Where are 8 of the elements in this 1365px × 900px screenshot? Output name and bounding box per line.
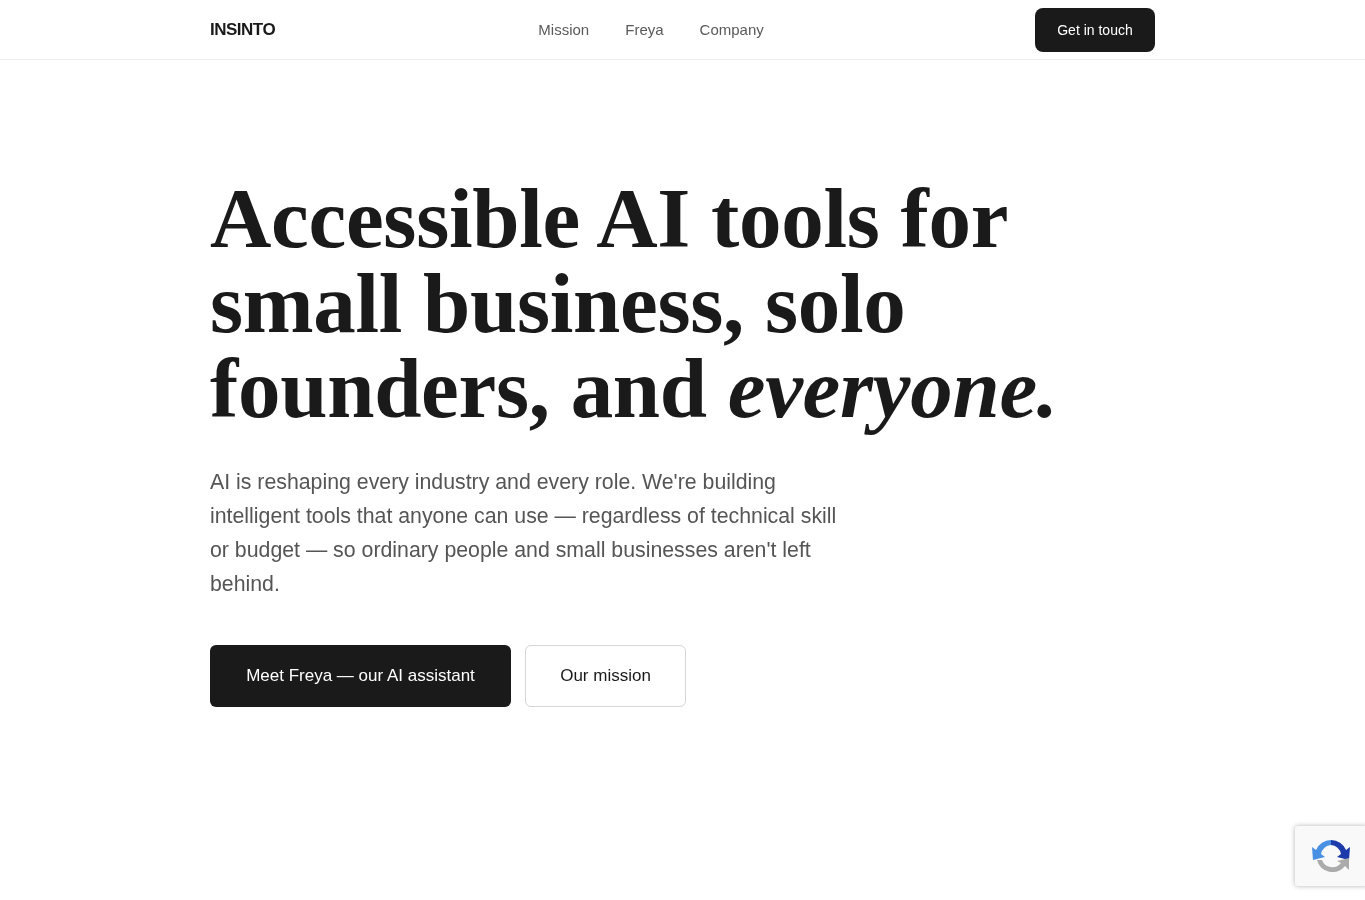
hero-description: AI is reshaping every industry and every role. We're building intelligent tools that anyone can use — regardless of technical skill or budget — so ordinary people and small businesses aren't left behind. <box>210 469 838 598</box>
nav-link[interactable]: Freya <box>625 21 664 38</box>
logo[interactable]: INSINTO <box>210 19 276 40</box>
get-in-touch-button[interactable]: Get in touch <box>1035 7 1155 52</box>
primary-button[interactable]: Meet Freya — our AI assistant <box>210 645 511 707</box>
secondary-button[interactable]: Our mission <box>525 645 686 707</box>
nav-link[interactable]: Company <box>699 21 764 38</box>
nav-link[interactable]: Mission <box>538 21 590 38</box>
